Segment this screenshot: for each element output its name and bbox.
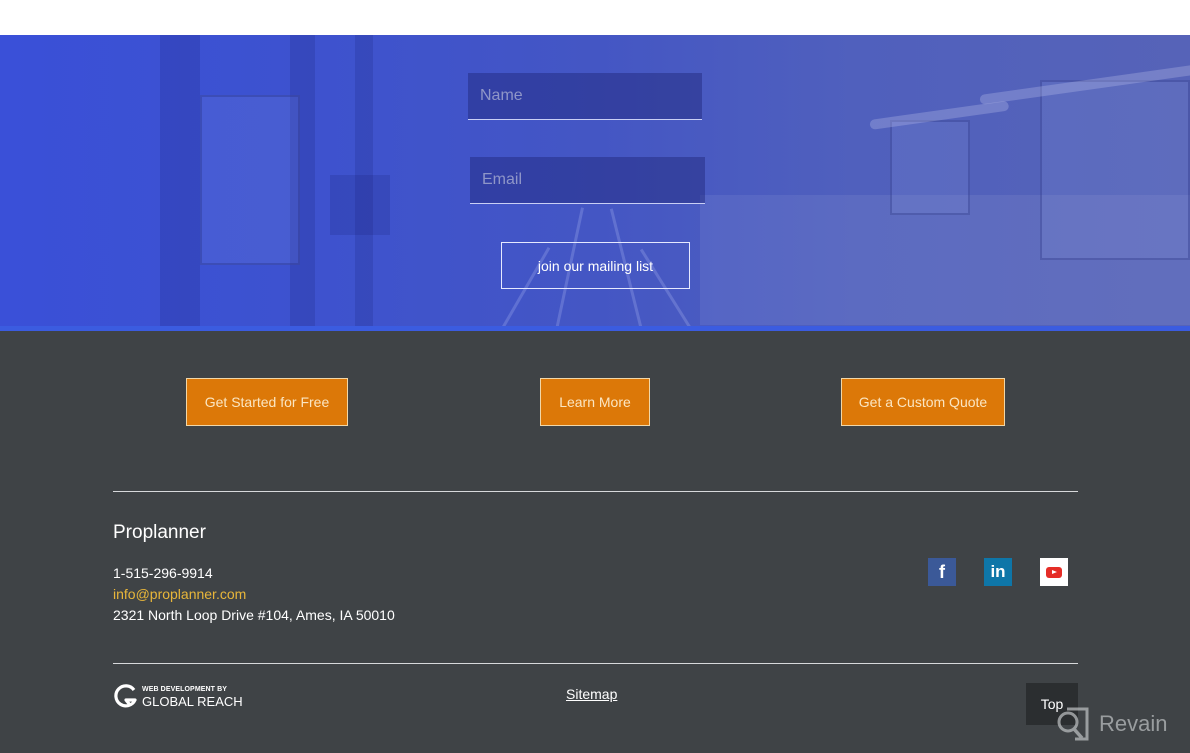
hero-bg-shelf (200, 95, 300, 265)
revain-watermark: Revain (1055, 707, 1167, 741)
learn-more-button[interactable]: Learn More (540, 378, 650, 426)
facebook-icon: f (939, 561, 945, 582)
hero-bottom-accent (0, 326, 1190, 331)
facebook-link[interactable]: f (928, 558, 956, 586)
hero-bg-cart (330, 175, 390, 235)
footer-divider-bottom (113, 663, 1078, 664)
company-name: Proplanner (113, 522, 206, 543)
sitemap-link[interactable]: Sitemap (566, 686, 617, 702)
youtube-icon (1046, 566, 1062, 578)
credit-small-text: WEB DEVELOPMENT BY (142, 686, 228, 693)
top-white-strip (0, 0, 1190, 35)
revain-label: Revain (1099, 711, 1168, 736)
phone-number: 1-515-296-9914 (113, 565, 213, 581)
footer-divider-top (113, 491, 1078, 492)
linkedin-icon: in (990, 562, 1006, 581)
join-mailing-list-button[interactable]: join our mailing list (501, 242, 690, 289)
address: 2321 North Loop Drive #104, Ames, IA 500… (113, 607, 395, 623)
get-started-free-button[interactable]: Get Started for Free (186, 378, 348, 426)
credit-big-text: GLOBAL REACH (142, 694, 243, 709)
name-input[interactable] (480, 87, 702, 105)
hero-bg-shelf (890, 120, 970, 215)
global-reach-g-icon (114, 684, 137, 708)
email-input[interactable] (482, 171, 705, 189)
global-reach-credit[interactable]: WEB DEVELOPMENT BY GLOBAL REACH (113, 684, 243, 710)
hero-bg-column (160, 35, 200, 331)
custom-quote-button[interactable]: Get a Custom Quote (841, 378, 1005, 426)
email-field[interactable] (470, 157, 705, 204)
name-field[interactable] (468, 73, 702, 120)
email-link[interactable]: info@proplanner.com (113, 586, 246, 602)
linkedin-link[interactable]: in (984, 558, 1012, 586)
revain-logo-icon (1057, 707, 1089, 741)
youtube-link[interactable] (1040, 558, 1068, 586)
hero-bg-shelf (1040, 80, 1190, 260)
